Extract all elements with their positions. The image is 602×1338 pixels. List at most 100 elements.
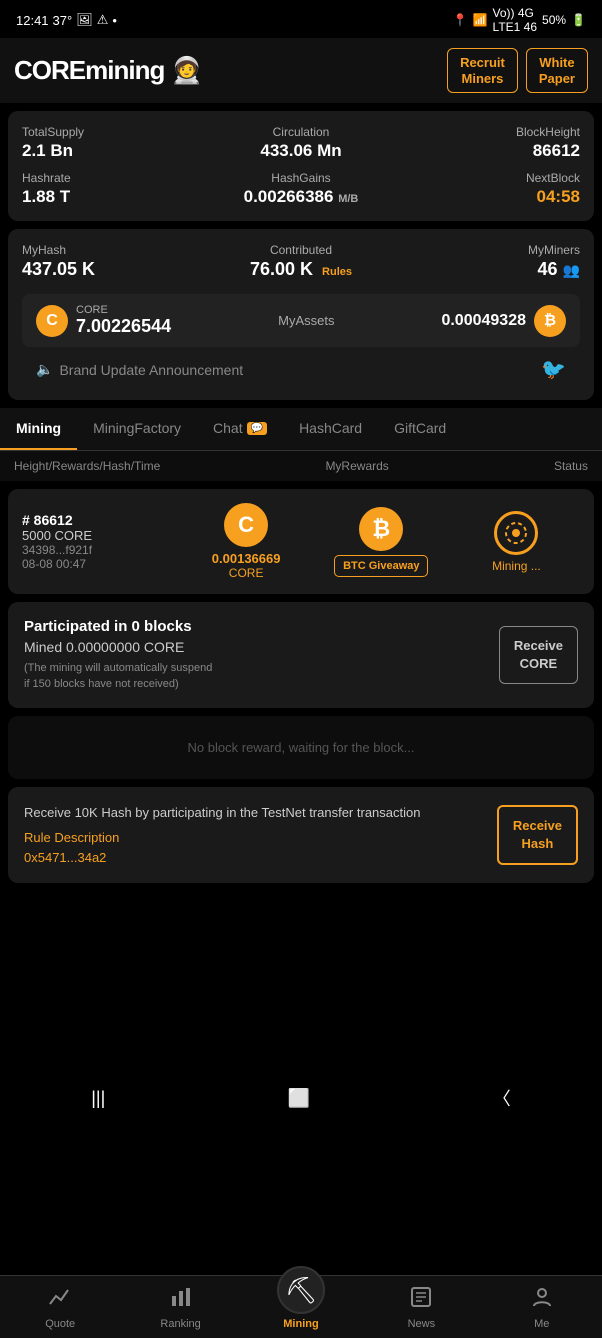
btc-asset-value: 0.00049328 bbox=[441, 312, 526, 330]
next-block-stat: NextBlock 04:58 bbox=[397, 171, 580, 207]
status-wifi-icon: 📶 bbox=[473, 13, 488, 27]
status-temp: 37° bbox=[53, 13, 73, 28]
home-nav-button[interactable]: ⬜ bbox=[268, 1084, 330, 1113]
circulation-stat: Circulation 433.06 Mn bbox=[209, 125, 392, 161]
participated-mined: Mined 0.00000000 CORE bbox=[24, 639, 499, 655]
my-assets-label: MyAssets bbox=[278, 313, 334, 328]
status-location-icon: 📍 bbox=[453, 13, 468, 27]
rule-description-link[interactable]: Rule Description bbox=[24, 830, 485, 845]
status-photo-icon: 🖼 bbox=[76, 12, 93, 28]
receive-core-button[interactable]: ReceiveCORE bbox=[499, 626, 578, 684]
news-icon bbox=[409, 1286, 433, 1314]
contributed-label: Contributed bbox=[209, 243, 392, 257]
total-supply-value: 2.1 Bn bbox=[22, 141, 205, 161]
tab-chat[interactable]: Chat 💬 bbox=[197, 408, 283, 450]
block-num: # 86612 bbox=[22, 512, 175, 528]
me-label: Me bbox=[534, 1318, 549, 1330]
participated-section: Participated in 0 blocks Mined 0.0000000… bbox=[8, 602, 594, 708]
assets-row: C CORE 7.00226544 MyAssets 0.00049328 ₿ bbox=[22, 294, 580, 347]
nav-quote[interactable]: Quote bbox=[30, 1286, 90, 1330]
my-miners-label: MyMiners bbox=[397, 243, 580, 257]
participated-info: Participated in 0 blocks Mined 0.0000000… bbox=[24, 618, 499, 692]
receive-hash-button[interactable]: ReceiveHash bbox=[497, 805, 578, 865]
core-reward-label: CORE bbox=[183, 566, 310, 580]
white-paper-button[interactable]: WhitePaper bbox=[526, 48, 588, 93]
announcement-icon: 🔈 bbox=[36, 361, 53, 378]
nav-me[interactable]: Me bbox=[512, 1286, 572, 1330]
header: COREmining 🧑‍🚀 RecruitMiners WhitePaper bbox=[0, 38, 602, 103]
mining-row: # 86612 5000 CORE 34398...f921f 08-08 00… bbox=[8, 489, 594, 594]
no-reward-text: No block reward, waiting for the block..… bbox=[188, 740, 415, 755]
block-height-value: 86612 bbox=[397, 141, 580, 161]
core-asset-value: 7.00226544 bbox=[76, 316, 171, 337]
ranking-icon bbox=[169, 1286, 193, 1314]
my-stats-panel: MyHash 437.05 K Contributed 76.00 K Rule… bbox=[8, 229, 594, 400]
btc-reward-icon: ₿ bbox=[359, 507, 403, 551]
logo-emoji: 🧑‍🚀 bbox=[171, 55, 202, 85]
nav-news[interactable]: News bbox=[391, 1286, 451, 1330]
my-hash-label: MyHash bbox=[22, 243, 205, 257]
news-label: News bbox=[408, 1318, 436, 1330]
core-reward-icon: C bbox=[224, 503, 268, 547]
hash-gains-label: HashGains bbox=[209, 171, 392, 185]
hash-description: Receive 10K Hash by participating in the… bbox=[24, 803, 485, 823]
ranking-label: Ranking bbox=[160, 1318, 200, 1330]
block-height-stat: BlockHeight 86612 bbox=[397, 125, 580, 161]
quote-label: Quote bbox=[45, 1318, 75, 1330]
no-reward-section: No block reward, waiting for the block..… bbox=[8, 716, 594, 779]
mining-status-container: Mining ... bbox=[453, 511, 580, 573]
mining-wheel-icon bbox=[494, 511, 538, 555]
block-info: # 86612 5000 CORE 34398...f921f 08-08 00… bbox=[22, 512, 175, 571]
stats-panel: TotalSupply 2.1 Bn Circulation 433.06 Mn… bbox=[8, 111, 594, 221]
mining-status-text: Mining ... bbox=[453, 559, 580, 573]
mining-nav-label: Mining bbox=[283, 1318, 318, 1330]
nav-ranking[interactable]: Ranking bbox=[151, 1286, 211, 1330]
announcement-text: Brand Update Announcement bbox=[59, 362, 243, 378]
recruit-miners-button[interactable]: RecruitMiners bbox=[447, 48, 518, 93]
hash-gains-stat: HashGains 0.00266386 M/B bbox=[209, 171, 392, 207]
status-bar: 12:41 37° 🖼 ⚠ • 📍 📶 Vo)) 4GLTE1 46 50% 🔋 bbox=[0, 0, 602, 38]
status-warning-icon: ⚠ bbox=[97, 12, 109, 28]
my-miners-stat: MyMiners 46 👥 bbox=[397, 243, 580, 280]
twitter-icon[interactable]: 🐦 bbox=[541, 357, 566, 382]
hashrate-value: 1.88 T bbox=[22, 187, 205, 207]
nav-mining-center[interactable]: ⛏ Mining bbox=[271, 1286, 331, 1330]
tab-hashcard[interactable]: HashCard bbox=[283, 408, 378, 450]
recents-nav-button[interactable]: 〈 bbox=[473, 1081, 531, 1115]
tab-miningfactory[interactable]: MiningFactory bbox=[77, 408, 197, 450]
btc-giveaway-button[interactable]: BTC Giveaway bbox=[334, 555, 428, 577]
status-signal-icon: Vo)) 4GLTE1 46 bbox=[493, 6, 537, 34]
col1-header: Height/Rewards/Hash/Time bbox=[14, 459, 160, 473]
my-hash-stat: MyHash 437.05 K bbox=[22, 243, 205, 280]
announcement-bar: 🔈 Brand Update Announcement 🐦 bbox=[22, 347, 580, 386]
col2-header: MyRewards bbox=[325, 459, 388, 473]
hash-gains-value: 0.00266386 M/B bbox=[209, 187, 392, 207]
hash-promo-section: Receive 10K Hash by participating in the… bbox=[8, 787, 594, 884]
tab-mining[interactable]: Mining bbox=[0, 408, 77, 450]
status-time: 12:41 bbox=[16, 13, 49, 28]
btc-icon: ₿ bbox=[534, 305, 566, 337]
core-icon: C bbox=[36, 305, 68, 337]
table-header: Height/Rewards/Hash/Time MyRewards Statu… bbox=[0, 451, 602, 481]
back-nav-button[interactable]: ||| bbox=[71, 1084, 125, 1113]
status-battery: 50% bbox=[542, 13, 566, 27]
core-reward-container: C 0.00136669 CORE bbox=[183, 503, 310, 580]
block-hash: 34398...f921f bbox=[22, 543, 175, 557]
rules-link[interactable]: Rules bbox=[322, 266, 352, 278]
participated-note: (The mining will automatically suspendif… bbox=[24, 661, 499, 692]
btc-giveaway-container: ₿ BTC Giveaway bbox=[318, 507, 445, 577]
me-icon bbox=[530, 1286, 554, 1314]
col3-header: Status bbox=[554, 459, 588, 473]
tab-giftcard[interactable]: GiftCard bbox=[378, 408, 462, 450]
contributed-value: 76.00 K Rules bbox=[209, 259, 392, 280]
mining-center-icon: ⛏ bbox=[277, 1266, 325, 1314]
next-block-value: 04:58 bbox=[397, 187, 580, 207]
total-supply-stat: TotalSupply 2.1 Bn bbox=[22, 125, 205, 161]
logo-mining: mining bbox=[85, 55, 164, 85]
hash-info: Receive 10K Hash by participating in the… bbox=[24, 803, 485, 868]
logo-core: CORE bbox=[14, 55, 85, 85]
contributed-stat: Contributed 76.00 K Rules bbox=[209, 243, 392, 280]
circulation-value: 433.06 Mn bbox=[209, 141, 392, 161]
next-block-label: NextBlock bbox=[397, 171, 580, 185]
core-reward-value: 0.00136669 bbox=[183, 551, 310, 566]
